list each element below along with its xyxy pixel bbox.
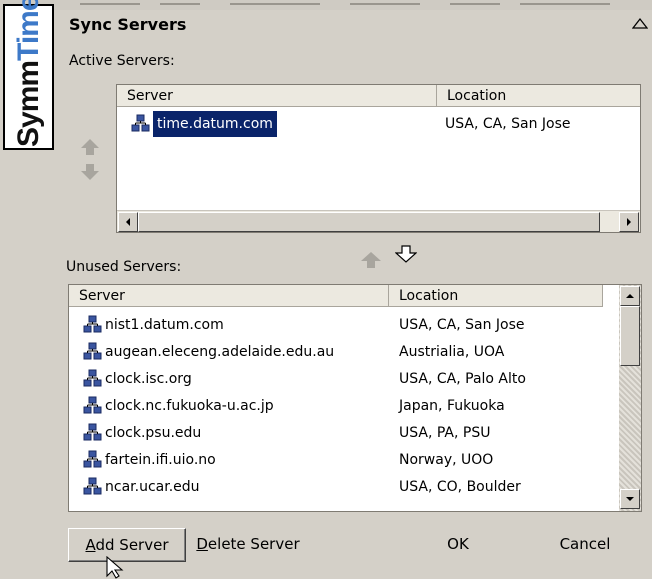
up-arrow-icon[interactable] <box>80 138 100 156</box>
server-icon <box>83 450 102 468</box>
server-location: USA, CA, Palo Alto <box>399 371 526 387</box>
move-up-arrow-icon[interactable] <box>360 251 382 269</box>
add-mnemonic: A <box>85 536 96 554</box>
server-icon <box>83 477 102 495</box>
server-name: time.datum.com <box>153 111 277 137</box>
server-location: Japan, Fukuoka <box>399 398 505 414</box>
logo-text-main: Symm <box>11 60 45 147</box>
down-arrow-icon[interactable] <box>80 163 100 181</box>
list-item[interactable]: clock.psu.edu <box>83 420 383 446</box>
delete-mnemonic: D <box>196 535 208 553</box>
list-item[interactable]: nist1.datum.com <box>83 312 383 338</box>
scroll-right-button[interactable] <box>619 212 639 232</box>
scroll-thumb[interactable] <box>620 306 640 366</box>
server-name: nist1.datum.com <box>105 317 224 333</box>
server-name: fartein.ifi.uio.no <box>105 452 216 468</box>
active-column-location[interactable]: Location <box>437 85 640 107</box>
server-location: USA, CA, San Jose <box>399 317 525 333</box>
list-item[interactable]: ncar.ucar.edu <box>83 474 383 500</box>
server-icon <box>83 315 102 333</box>
delete-label: elete Server <box>207 535 300 553</box>
server-location: USA, CO, Boulder <box>399 479 521 495</box>
mouse-cursor-icon <box>106 556 124 579</box>
unused-vertical-scrollbar[interactable] <box>619 285 641 511</box>
ok-button[interactable]: OK <box>428 528 488 562</box>
active-horizontal-scrollbar[interactable] <box>117 210 640 232</box>
server-name: clock.psu.edu <box>105 425 202 441</box>
logo-text-accent: Time <box>11 0 45 61</box>
active-column-server[interactable]: Server <box>117 85 437 107</box>
active-servers-label: Active Servers: <box>69 53 175 69</box>
unused-column-server[interactable]: Server <box>69 285 389 307</box>
list-item[interactable]: augean.eleceng.adelaide.edu.au <box>83 339 383 365</box>
active-servers-list[interactable]: Server Location time.datum.com USA, CA, … <box>116 84 641 233</box>
server-icon <box>83 423 102 441</box>
scroll-left-button[interactable] <box>118 212 138 232</box>
server-name: clock.isc.org <box>105 371 192 387</box>
server-location: USA, PA, PSU <box>399 425 491 441</box>
add-label: dd Server <box>95 536 169 554</box>
top-strip <box>0 0 652 10</box>
scroll-down-button[interactable] <box>620 489 640 509</box>
server-name: augean.eleceng.adelaide.edu.au <box>105 344 335 360</box>
scroll-thumb[interactable] <box>138 212 600 232</box>
unused-servers-label: Unused Servers: <box>66 259 182 275</box>
scroll-up-button[interactable] <box>620 286 640 306</box>
unused-column-location[interactable]: Location <box>389 285 603 307</box>
unused-servers-list[interactable]: Server Location nist1.datum.com USA, CA, … <box>68 284 642 512</box>
server-location: Austrialia, UOA <box>399 344 505 360</box>
server-icon <box>83 369 102 387</box>
collapse-icon[interactable] <box>632 17 648 29</box>
section-title: Sync Servers <box>69 15 187 34</box>
list-item[interactable]: fartein.ifi.uio.no <box>83 447 383 473</box>
server-location: USA, CA, San Jose <box>445 116 571 132</box>
server-name: ncar.ucar.edu <box>105 479 200 495</box>
move-down-arrow-icon[interactable] <box>395 245 417 263</box>
list-item[interactable]: clock.nc.fukuoka-u.ac.jp <box>83 393 383 419</box>
list-item[interactable]: clock.isc.org <box>83 366 383 392</box>
server-icon <box>83 342 102 360</box>
symmtime-logo: SymmTime <box>3 0 54 150</box>
server-icon <box>83 396 102 414</box>
server-icon <box>131 114 150 132</box>
cancel-button[interactable]: Cancel <box>540 528 630 562</box>
delete-server-button[interactable]: Delete Server <box>188 528 308 562</box>
server-name: clock.nc.fukuoka-u.ac.jp <box>105 398 274 414</box>
server-location: Norway, UOO <box>399 452 494 468</box>
